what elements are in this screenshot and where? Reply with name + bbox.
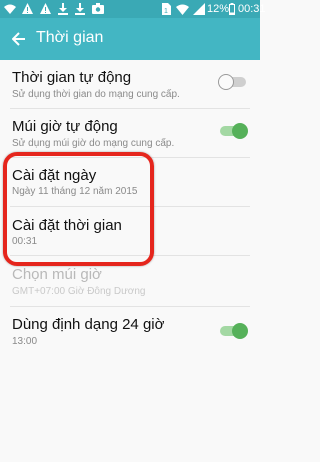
24-hour-switch[interactable] (218, 321, 248, 341)
wifi-icon (4, 4, 16, 14)
setting-label: Thời gian tự động (12, 69, 132, 86)
setting-label: Chọn múi giờ (12, 266, 102, 283)
setting-label: Dùng định dạng 24 giờ (12, 316, 165, 333)
auto-timezone-switch[interactable] (218, 121, 248, 141)
setting-summary: Sử dụng múi giờ do mạng cung cấp. (12, 138, 175, 149)
page-title: Thời gian (36, 29, 104, 46)
switch-thumb (232, 123, 248, 139)
signal-icon (193, 3, 205, 15)
back-button[interactable] (4, 24, 34, 54)
wifi-icon (176, 4, 189, 15)
switch-thumb (218, 74, 234, 90)
switch-thumb (232, 323, 248, 339)
arrow-left-icon (12, 32, 25, 46)
setting-summary: Sử dụng thời gian do mạng cung cấp. (12, 89, 180, 100)
auto-time-switch[interactable] (218, 72, 248, 92)
highlight-annotation (3, 152, 154, 266)
setting-auto-time[interactable]: Thời gian tự động Sử dụng thời gian do m… (0, 60, 260, 112)
download-icon (75, 3, 85, 15)
status-bar: 1 12% 00:31 (0, 0, 266, 18)
battery-percent: 12% (207, 3, 230, 15)
sim-icon: 1 (162, 3, 171, 15)
alert-icon (40, 3, 51, 14)
svg-text:1: 1 (164, 8, 168, 15)
setting-label: Múi giờ tự động (12, 118, 118, 135)
setting-summary: GMT+07:00 Giờ Đông Dương (12, 286, 146, 297)
camera-icon (92, 3, 104, 14)
app-bar: Thời gian (0, 18, 260, 60)
battery-icon (229, 3, 235, 15)
setting-summary: 13:00 (12, 336, 38, 347)
clock: 00:31 (238, 3, 266, 15)
setting-24-hour-format[interactable]: Dùng định dạng 24 giờ 13:00 (0, 307, 260, 355)
alert-icon (22, 3, 33, 14)
setting-auto-timezone[interactable]: Múi giờ tự động Sử dụng múi giờ do mạng … (0, 109, 260, 157)
download-icon (58, 3, 68, 15)
